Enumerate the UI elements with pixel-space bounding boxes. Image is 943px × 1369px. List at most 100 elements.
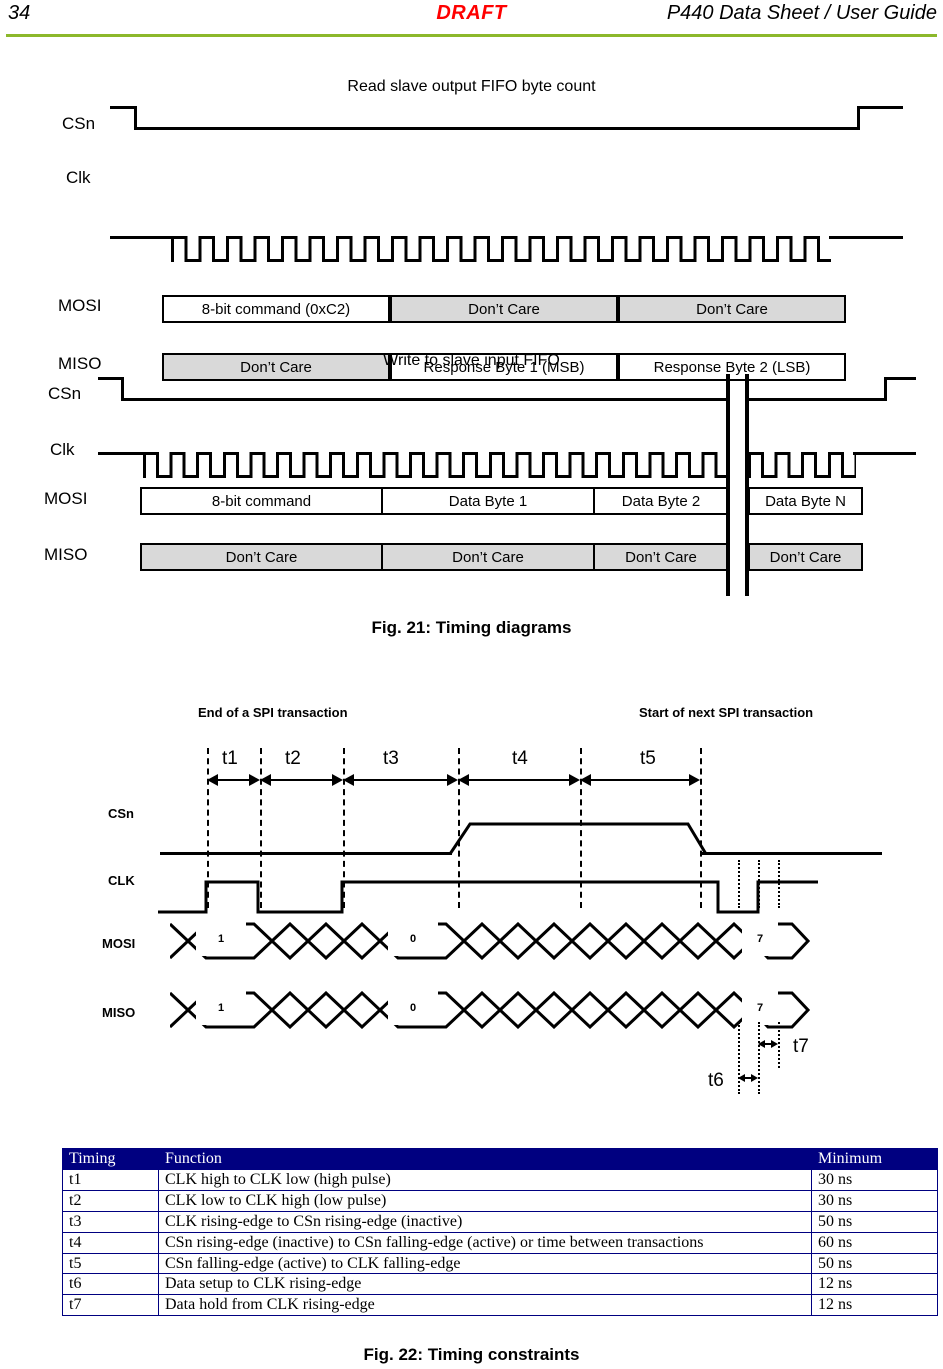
cell-function: Data setup to CLK rising-edge — [158, 1273, 812, 1296]
page-header: 34 DRAFT P440 Data Sheet / User Guide — [0, 0, 943, 40]
cell-function: Data hold from CLK rising-edge — [158, 1294, 812, 1317]
interval-marker-t3: t3 — [383, 748, 399, 769]
table-row: t2 CLK low to CLK high (low pulse) 30 ns — [62, 1189, 938, 1212]
mosi-cell: 8-bit command (0xC2) — [162, 295, 390, 323]
reference-line-hold — [778, 860, 780, 908]
mosi-cell: Don’t Care — [390, 295, 618, 323]
table-row: t7 Data hold from CLK rising-edge 12 ns — [62, 1294, 938, 1317]
detail-line-sample — [758, 1022, 760, 1094]
miso-cell: Don’t Care — [593, 543, 729, 571]
signal-label-clk: CLK — [108, 873, 135, 888]
detail-line-setup — [738, 1022, 740, 1094]
mosi-cell: Data Byte 1 — [381, 487, 595, 515]
annotation-transaction-end: End of a SPI transaction — [198, 705, 348, 720]
timing-constraints-table: Timing Function Minimum t1 CLK high to C… — [62, 1148, 938, 1317]
cell-minimum: 50 ns — [811, 1252, 938, 1275]
signal-label-csn: CSn — [62, 114, 96, 133]
signal-label-mosi: MOSI — [102, 936, 136, 951]
document-title: P440 Data Sheet / User Guide — [666, 2, 937, 24]
timing-diagram-read: Read slave output FIFO byte count CSn Cl… — [0, 78, 943, 381]
csn-wave-high-right — [884, 377, 916, 380]
clk-pulse-train-after-break — [748, 452, 857, 478]
mosi-cell: Data Byte 2 — [593, 487, 729, 515]
miso-cell: Don’t Care — [748, 543, 863, 571]
csn-trace-fall — [572, 822, 708, 855]
miso-cell: Don’t Care — [140, 543, 383, 571]
cell-minimum: 50 ns — [811, 1210, 938, 1233]
clk-idle-left — [110, 236, 173, 239]
cell-minimum: 30 ns — [811, 1189, 938, 1212]
cell-function: CLK low to CLK high (low pulse) — [158, 1189, 812, 1212]
cell-minimum: 12 ns — [811, 1273, 938, 1296]
diagram-title: Write to slave input FIFO — [383, 352, 560, 369]
miso-cell: Don’t Care — [381, 543, 595, 571]
mosi-cell: Data Byte N — [748, 487, 863, 515]
clk-pulse-train — [171, 236, 831, 262]
timing-constraints-diagram: End of a SPI transaction Start of next S… — [0, 700, 943, 1110]
mosi-bit: 0 — [388, 922, 438, 956]
cell-minimum: 60 ns — [811, 1231, 938, 1254]
cell-function: CLK rising-edge to CSn rising-edge (inac… — [158, 1210, 812, 1233]
detail-marker-t6: t6 — [708, 1070, 724, 1091]
interval-marker-t5: t5 — [640, 748, 656, 769]
signal-label-csn: CSn — [48, 384, 82, 403]
csn-wave-low-a — [121, 398, 728, 401]
signal-label-csn: CSn — [108, 806, 134, 821]
table-header-row: Timing Function Minimum — [62, 1148, 938, 1170]
column-header-minimum: Minimum — [811, 1148, 938, 1170]
interval-arrow-t3 — [343, 774, 458, 786]
cell-timing: t7 — [62, 1294, 159, 1317]
table-row: t1 CLK high to CLK low (high pulse) 30 n… — [62, 1168, 938, 1191]
miso-data-eye — [170, 991, 810, 1029]
miso-bit: 7 — [742, 991, 778, 1025]
column-header-timing: Timing — [62, 1148, 159, 1170]
figure-22-caption: Fig. 22: Timing constraints — [363, 1345, 580, 1364]
interval-arrow-t4 — [458, 774, 580, 786]
table-row: t4 CSn rising-edge (inactive) to CSn fal… — [62, 1231, 938, 1254]
signal-label-mosi: MOSI — [44, 489, 88, 508]
miso-bit: 1 — [196, 991, 246, 1025]
csn-wave-high-right — [857, 106, 903, 109]
header-divider — [6, 34, 937, 37]
mosi-data-eye — [170, 922, 810, 960]
mosi-cell: 8-bit command — [140, 487, 383, 515]
column-header-function: Function — [158, 1148, 812, 1170]
cell-function: CSn rising-edge (inactive) to CSn fallin… — [158, 1231, 812, 1254]
table-row: t5 CSn falling-edge (active) to CLK fall… — [62, 1252, 938, 1275]
interval-arrow-t5 — [580, 774, 700, 786]
figure-21-caption: Fig. 21: Timing diagrams — [371, 618, 572, 637]
cell-timing: t5 — [62, 1252, 159, 1275]
detail-line-hold — [778, 1022, 780, 1068]
reference-line-sample — [758, 860, 760, 908]
table-row: t6 Data setup to CLK rising-edge 12 ns — [62, 1273, 938, 1296]
csn-wave-rise — [884, 377, 887, 401]
cell-timing: t1 — [62, 1168, 159, 1191]
clk-idle-right — [829, 236, 903, 239]
reference-line-setup — [738, 860, 740, 908]
clk-idle-right — [853, 452, 916, 455]
interval-marker-t1: t1 — [222, 748, 238, 769]
signal-label-clk: Clk — [50, 440, 75, 459]
mosi-cell: Don’t Care — [618, 295, 846, 323]
csn-wave-low — [134, 127, 860, 130]
clk-idle-left — [98, 452, 144, 455]
diagram-title: Read slave output FIFO byte count — [347, 78, 596, 95]
csn-wave-rise — [857, 106, 860, 130]
cell-minimum: 30 ns — [811, 1168, 938, 1191]
cell-minimum: 12 ns — [811, 1294, 938, 1317]
mosi-frame: 8-bit command (0xC2) Don’t Care Don’t Ca… — [162, 295, 846, 323]
diagram-break-bar-left — [726, 374, 730, 596]
setup-arrow-t6 — [738, 1074, 758, 1082]
annotation-transaction-start: Start of next SPI transaction — [639, 705, 814, 720]
interval-arrow-t1 — [207, 774, 260, 786]
cell-timing: t4 — [62, 1231, 159, 1254]
diagram-break-bar-right — [745, 374, 749, 596]
hold-arrow-t7 — [758, 1040, 778, 1048]
detail-marker-t7: t7 — [793, 1036, 809, 1057]
interval-marker-t4: t4 — [512, 748, 528, 769]
miso-bit: 0 — [388, 991, 438, 1025]
csn-trace-low-left — [160, 852, 452, 855]
signal-label-miso: MISO — [102, 1005, 136, 1020]
interval-arrow-t2 — [260, 774, 343, 786]
cell-timing: t2 — [62, 1189, 159, 1212]
